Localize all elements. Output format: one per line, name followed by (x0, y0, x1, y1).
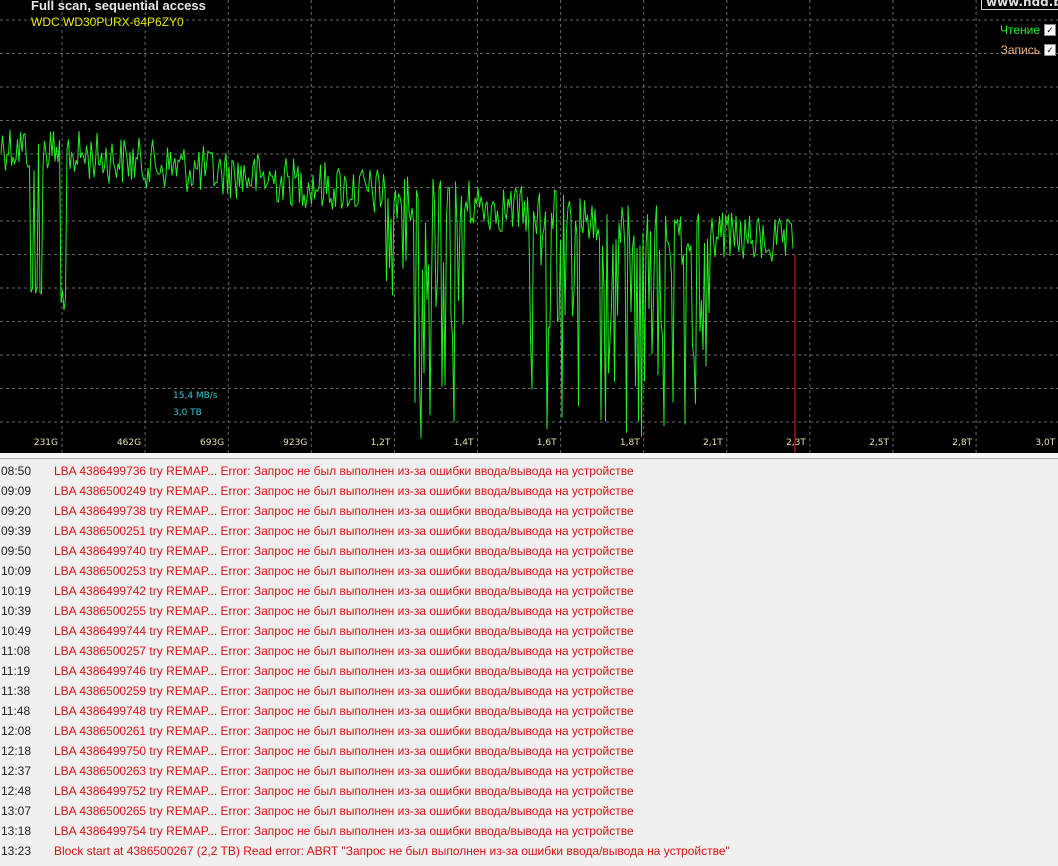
read-checkbox[interactable]: ✓ (1044, 24, 1056, 36)
current-capacity: 3,0 TB (173, 408, 202, 418)
log-time: 13:07 (1, 804, 32, 818)
log-message: LBA 4386500265 try REMAP... Error: Запро… (54, 804, 634, 818)
log-time: 10:49 (1, 624, 32, 638)
speed-graph (0, 0, 1058, 453)
speed-chart: Full scan, sequential access WDC WD30PUR… (0, 0, 1058, 453)
x-axis-label: 1,6T (536, 438, 557, 448)
log-message: LBA 4386499752 try REMAP... Error: Запро… (54, 784, 634, 798)
log-row: 12:18 LBA 4386499750 try REMAP... Error: … (0, 741, 1058, 761)
x-axis-label: 1,4T (453, 438, 474, 448)
log-row: 13:18 LBA 4386499754 try REMAP... Error: … (0, 821, 1058, 841)
log-message: Block start at 4386500267 (2,2 TB) Read … (54, 844, 730, 858)
current-speed: 15,4 MB/s (173, 391, 218, 401)
log-message: LBA 4386499742 try REMAP... Error: Запро… (54, 584, 634, 598)
log-time: 12:48 (1, 784, 32, 798)
log-message: LBA 4386499736 try REMAP... Error: Запро… (54, 464, 634, 478)
log-time: 12:08 (1, 724, 32, 738)
x-axis-label: 2,1T (702, 438, 723, 448)
log-message: LBA 4386500257 try REMAP... Error: Запро… (54, 644, 634, 658)
log-row: 08:50 LBA 4386499736 try REMAP... Error: … (0, 461, 1058, 481)
log-message: LBA 4386500261 try REMAP... Error: Запро… (54, 724, 634, 738)
log-message: LBA 4386500251 try REMAP... Error: Запро… (54, 524, 634, 538)
log-row: 09:20 LBA 4386499738 try REMAP... Error: … (0, 501, 1058, 521)
log-time: 09:50 (1, 544, 32, 558)
log-time: 11:19 (1, 664, 31, 678)
x-axis-label: 693G (200, 438, 225, 448)
log-message: LBA 4386499754 try REMAP... Error: Запро… (54, 824, 634, 838)
log-row: 09:39 LBA 4386500251 try REMAP... Error: … (0, 521, 1058, 541)
log-row: 11:08 LBA 4386500257 try REMAP... Error: … (0, 641, 1058, 661)
log-message: LBA 4386499750 try REMAP... Error: Запро… (54, 744, 634, 758)
log-row: 09:09 LBA 4386500249 try REMAP... Error: … (0, 481, 1058, 501)
log-row: 10:19 LBA 4386499742 try REMAP... Error: … (0, 581, 1058, 601)
log-time: 10:39 (1, 604, 32, 618)
drive-model: WDC WD30PURX-64P6ZY0 (31, 15, 184, 29)
log-row: 12:37 LBA 4386500263 try REMAP... Error: … (0, 761, 1058, 781)
x-axis-label: 2,5T (869, 438, 889, 448)
legend-write[interactable]: Запись ✓ (1001, 43, 1056, 57)
legend-read[interactable]: Чтение ✓ (1000, 23, 1056, 37)
log-time: 12:37 (1, 764, 32, 778)
x-axis-label: 2,3T (786, 438, 806, 448)
write-checkbox[interactable]: ✓ (1044, 44, 1056, 56)
log-message: LBA 4386499744 try REMAP... Error: Запро… (54, 624, 634, 638)
splitter[interactable] (0, 453, 1058, 459)
log-message: LBA 4386500249 try REMAP... Error: Запро… (54, 484, 634, 498)
x-axis-label: 231G (33, 438, 58, 448)
log-time: 09:20 (1, 504, 32, 518)
log-row: 10:09 LBA 4386500253 try REMAP... Error: … (0, 561, 1058, 581)
read-speed-line (0, 129, 794, 439)
log-time: 10:19 (1, 584, 32, 598)
log-message: LBA 4386499746 try REMAP... Error: Запро… (54, 664, 634, 678)
log-message: LBA 4386499738 try REMAP... Error: Запро… (54, 504, 634, 518)
log-time: 12:18 (1, 744, 32, 758)
x-axis-label: 923G (283, 438, 308, 448)
x-axis-label: 2,8T (952, 438, 973, 448)
event-log: 08:50 LBA 4386499736 try REMAP... Error: … (0, 461, 1058, 861)
log-row: 12:08 LBA 4386500261 try REMAP... Error: … (0, 721, 1058, 741)
log-time: 08:50 (1, 464, 32, 478)
log-message: LBA 4386499740 try REMAP... Error: Запро… (54, 544, 634, 558)
x-axis-label: 3,0T (1035, 438, 1056, 448)
log-time: 11:48 (1, 704, 31, 718)
log-row: 11:19 LBA 4386499746 try REMAP... Error: … (0, 661, 1058, 681)
log-row: 10:49 LBA 4386499744 try REMAP... Error: … (0, 621, 1058, 641)
log-message: LBA 4386500255 try REMAP... Error: Запро… (54, 604, 634, 618)
legend-read-label: Чтение (999, 23, 1040, 37)
log-row: 13:23 Block start at 4386500267 (2,2 TB) … (0, 841, 1058, 861)
legend-write-label: Запись (1000, 43, 1040, 57)
log-time: 09:39 (1, 524, 32, 538)
log-time: 10:09 (1, 564, 32, 578)
scan-title: Full scan, sequential access (31, 0, 206, 13)
log-row: 11:48 LBA 4386499748 try REMAP... Error: … (0, 701, 1058, 721)
log-time: 09:09 (1, 484, 32, 498)
log-time: 11:38 (1, 684, 31, 698)
x-axis-label: 462G (116, 438, 142, 448)
log-row: 09:50 LBA 4386499740 try REMAP... Error: … (0, 541, 1058, 561)
x-axis-label: 1,8T (619, 438, 640, 448)
x-axis-label: 1,2T (370, 438, 391, 448)
log-row: 12:48 LBA 4386499752 try REMAP... Error: … (0, 781, 1058, 801)
log-time: 13:18 (1, 824, 32, 838)
log-row: 11:38 LBA 4386500259 try REMAP... Error: … (0, 681, 1058, 701)
log-time: 11:08 (1, 644, 31, 658)
site-link[interactable]: www.hdd.b (981, 0, 1058, 10)
log-message: LBA 4386499748 try REMAP... Error: Запро… (54, 704, 634, 718)
log-message: LBA 4386500259 try REMAP... Error: Запро… (54, 684, 634, 698)
log-message: LBA 4386500253 try REMAP... Error: Запро… (54, 564, 634, 578)
log-time: 13:23 (1, 844, 32, 858)
log-row: 10:39 LBA 4386500255 try REMAP... Error: … (0, 601, 1058, 621)
log-message: LBA 4386500263 try REMAP... Error: Запро… (54, 764, 634, 778)
log-row: 13:07 LBA 4386500265 try REMAP... Error: … (0, 801, 1058, 821)
